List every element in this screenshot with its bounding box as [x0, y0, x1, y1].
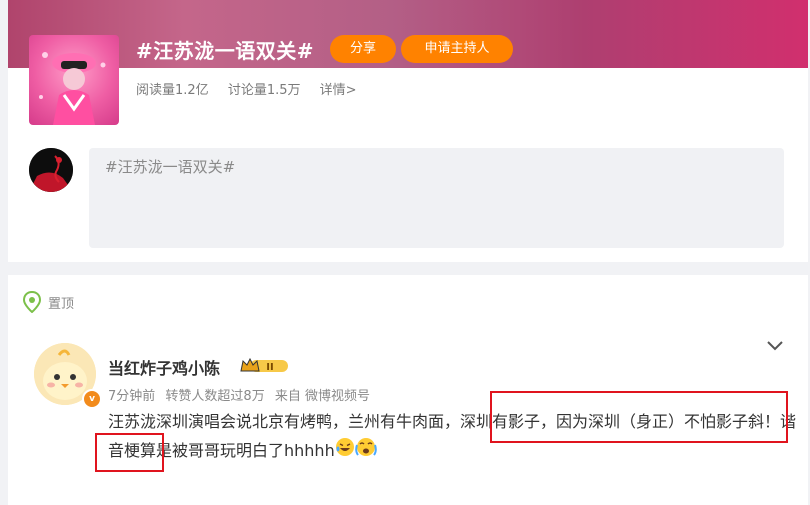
- share-button[interactable]: 分享: [330, 35, 396, 63]
- composer-text: #汪苏泷一语双关#: [105, 158, 236, 176]
- topic-header-card: #汪苏泷一语双关# 分享 申请主持人 阅读量1.2亿 讨论量1.5万 详情> #…: [8, 0, 808, 262]
- repost-count: 转赞人数超过8万: [165, 389, 265, 404]
- post-composer-input[interactable]: #汪苏泷一语双关#: [89, 148, 784, 248]
- username[interactable]: 当红炸子鸡小陈: [108, 355, 220, 379]
- post-source[interactable]: 来自 微博视频号: [275, 389, 370, 404]
- pin-icon: [22, 291, 42, 313]
- read-count: 阅读量1.2亿: [136, 83, 209, 98]
- pinned-label: 置顶: [48, 296, 75, 312]
- chevron-down-icon[interactable]: [766, 337, 784, 356]
- vip-level-text: II: [266, 362, 273, 373]
- feed-card: 置顶 v 当红炸子鸡小陈 II 7分钟前 转赞人数超过8万 来自 微博视频号 汪…: [8, 275, 808, 505]
- vip-badge: II: [240, 357, 290, 379]
- discussion-count: 讨论量1.5万: [227, 83, 301, 98]
- post-body: 汪苏泷深圳演唱会说北京有烤鸭，兰州有牛肉面，深圳有影子，因为深圳（身正）不怕影子…: [108, 407, 798, 466]
- apply-host-button[interactable]: 申请主持人: [401, 35, 513, 63]
- post-meta: 7分钟前 转赞人数超过8万 来自 微博视频号: [108, 385, 376, 404]
- pinned-indicator: 置顶: [22, 291, 74, 313]
- laughing-emoji-icon: [335, 437, 355, 466]
- topic-stats: 阅读量1.2亿 讨论量1.5万 详情>: [136, 79, 372, 98]
- post-text: 汪苏泷深圳演唱会说北京有烤鸭，兰州有牛肉面，深圳有影子，因为深圳（身正）不怕影子…: [108, 412, 797, 460]
- topic-cover-image[interactable]: [29, 35, 119, 125]
- verified-badge-icon: v: [82, 389, 102, 409]
- post-time[interactable]: 7分钟前: [108, 389, 155, 404]
- detail-link[interactable]: 详情>: [320, 83, 357, 98]
- topic-title: #汪苏泷一语双关#: [136, 39, 315, 63]
- crying-face-emoji-icon: [354, 437, 377, 466]
- composer-avatar[interactable]: [29, 148, 73, 192]
- avatar[interactable]: v: [34, 343, 102, 409]
